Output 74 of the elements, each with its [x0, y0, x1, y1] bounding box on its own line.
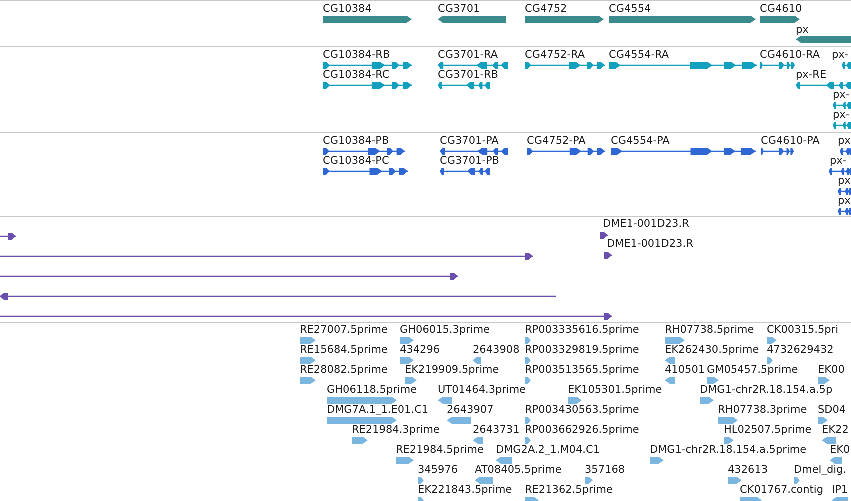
feature-label: 2643731 [473, 424, 520, 437]
feature-label: DME1-001D23.R [603, 218, 690, 231]
feature-label: CG10384-PB [323, 135, 390, 148]
feature-label: GH06118.5prime [327, 384, 418, 397]
feature-label: RE21984.5prime [396, 444, 484, 457]
feature-label: AT08405.5prime [475, 464, 562, 477]
feature-label: CG4610-PA [761, 135, 820, 148]
feature-label: EK221843.5prime [418, 484, 512, 497]
feature-label: CG3701-RA [438, 49, 498, 62]
feature-label: GH06015.3prime [400, 324, 490, 337]
feature-label: CG3701-PB [440, 155, 500, 168]
feature-label: IP1 [832, 484, 848, 497]
feature-label: CK00315.5pri [767, 324, 839, 337]
feature-label: CG3701 [438, 3, 480, 16]
feature-label: EK22 [822, 424, 849, 437]
feature-label: 4732629432 [767, 344, 834, 357]
feature-label: CG10384-RB [323, 49, 390, 62]
feature-label: CG4554-PA [611, 135, 670, 148]
feature-label: 2643907 [447, 404, 494, 417]
feature-label: EK219909.5prime [405, 364, 500, 377]
feature-label: 432613 [728, 464, 768, 477]
feature-label: EK105301.5prime [568, 384, 662, 397]
feature-label: RE15684.5prime [300, 344, 388, 357]
feature-label: 2643908 [473, 344, 520, 357]
feature-label: CG4752 [525, 3, 568, 16]
feature-label: RP003513565.5prime [525, 364, 640, 377]
feature-label: EK0 [830, 444, 850, 457]
feature-label: UT01464.3prime [438, 384, 526, 397]
feature-label: RP003430563.5prime [525, 404, 640, 417]
feature-label: CG10384 [323, 3, 372, 16]
feature-label: RH07738.3prime [718, 404, 808, 417]
feature-label: px [796, 24, 809, 37]
feature-label: CG10384-RC [323, 69, 390, 82]
feature-label: DMG1-chr2R.18.154.a.5prime [650, 444, 807, 457]
feature-label: CG4610 [760, 3, 802, 16]
feature-label: RP003329819.5prime [525, 344, 640, 357]
feature-label: EK00 [818, 364, 845, 377]
feature-label: RE21984.3prime [352, 424, 440, 437]
feature-label: Dmel_dig. [794, 464, 847, 477]
feature-label: 345976 [418, 464, 458, 477]
feature-label: CG3701-RB [438, 69, 498, 82]
feature-label: px [838, 135, 851, 148]
feature-label: DMG1-chr2R.18.154.a.5p [700, 384, 833, 397]
feature-label: RP003335616.5prime [525, 324, 640, 337]
feature-label: CG4554-RA [609, 49, 670, 62]
feature-label: CG4554 [609, 3, 652, 16]
feature-label: CG10384-PC [323, 155, 390, 168]
feature-label: 357168 [585, 464, 626, 477]
feature-label: CK01767.contig [740, 484, 824, 497]
feature-label: SD04 [818, 404, 846, 417]
feature-label: px- [830, 155, 847, 168]
feature-label: RE28082.5prime [300, 364, 388, 377]
feature-label: px [838, 195, 851, 208]
feature-label: GM05457.5prime [707, 364, 798, 377]
feature-label: px [838, 175, 851, 188]
feature-label: CG4752-PA [527, 135, 586, 148]
feature-label: RE27007.5prime [300, 324, 388, 337]
feature-label: RP003662926.5prime [525, 424, 640, 437]
feature-label: 434296 [400, 344, 440, 357]
feature-label: px-RE [796, 69, 827, 82]
feature-label: RE21362.5prime [525, 484, 613, 497]
feature-label: px- [833, 109, 850, 122]
feature-label: px- [832, 49, 849, 62]
feature-label: DMG2A.2_1.M04.C1 [496, 444, 600, 457]
feature-label: CG3701-PA [440, 135, 499, 148]
feature-label: px- [833, 89, 850, 102]
feature-label: 410501 [665, 364, 706, 377]
feature-label: HL02507.5prime [724, 424, 812, 437]
feature-label: RH07738.5prime [665, 324, 754, 337]
feature-label: CG4752-RA [525, 49, 586, 62]
feature-label: DMG7A.1_1.E01.C1 [327, 404, 429, 417]
feature-label: DME1-001D23.R [607, 238, 694, 251]
feature-label: EK262430.5prime [665, 344, 760, 357]
feature-label: CG4610-RA [760, 49, 820, 62]
